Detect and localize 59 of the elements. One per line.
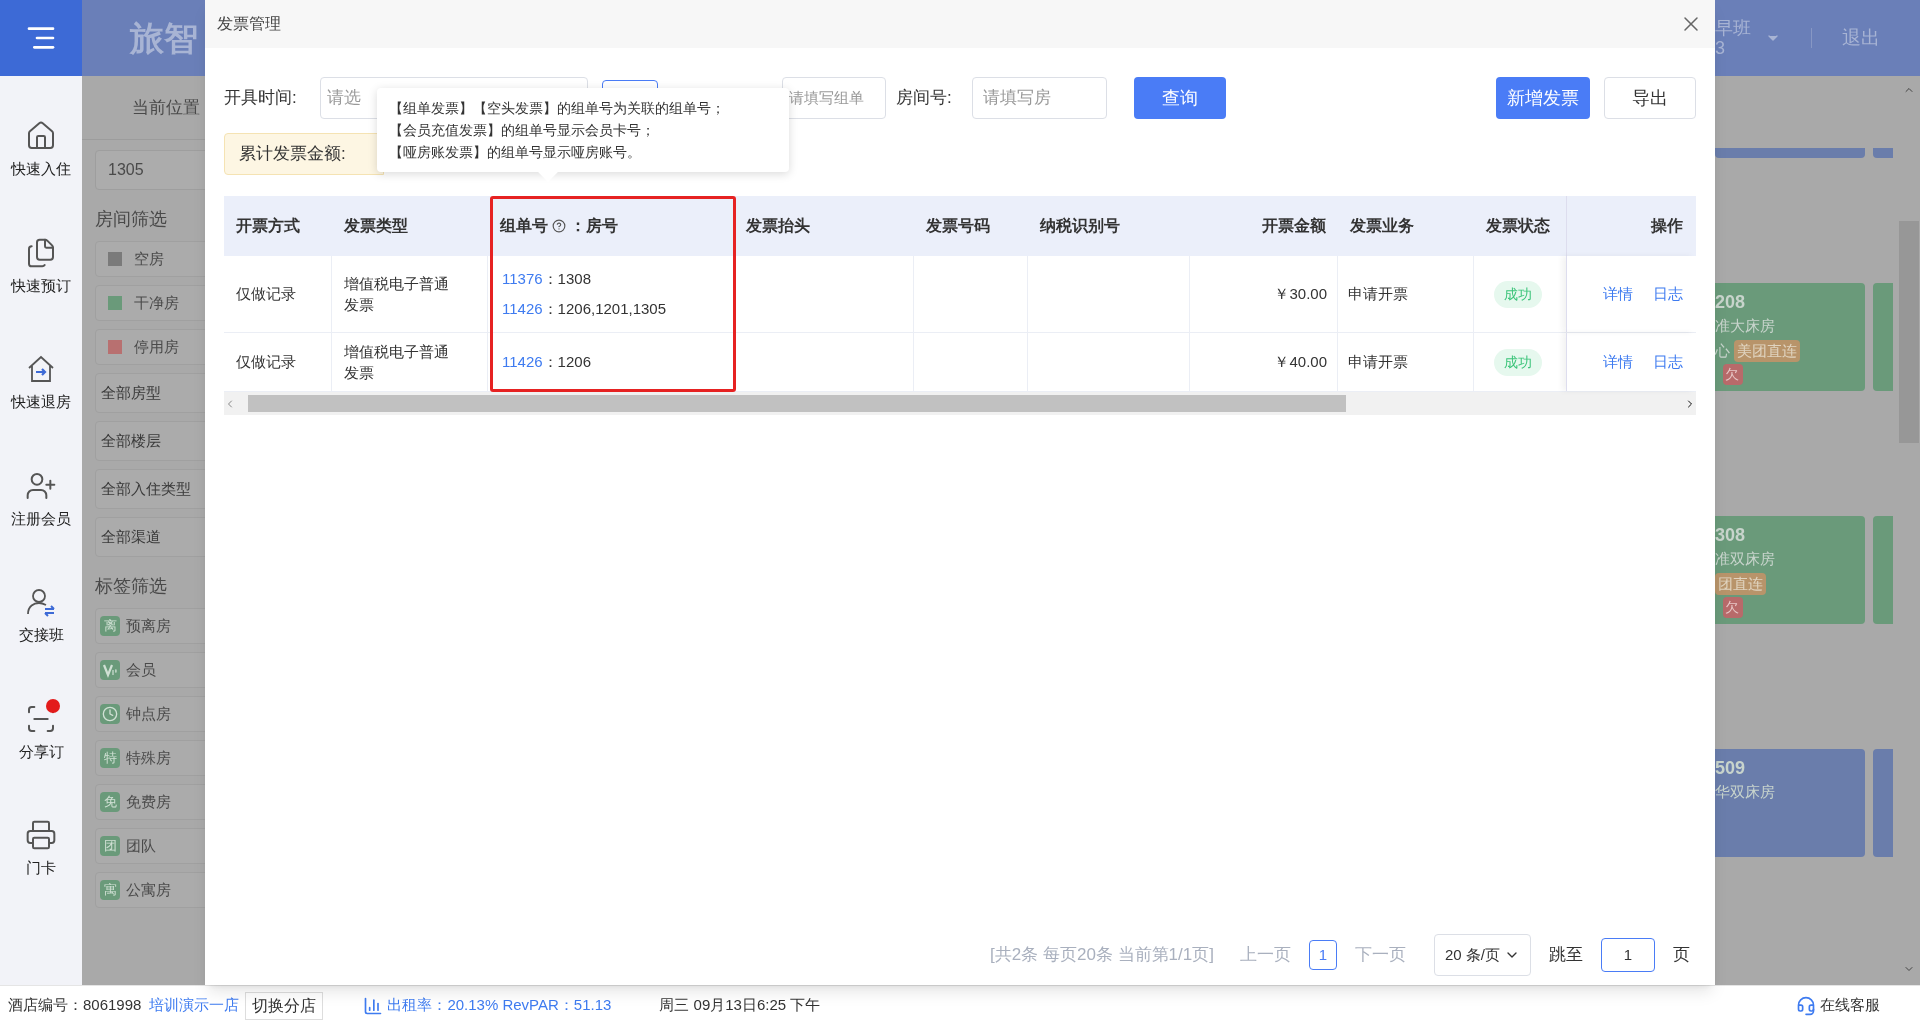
column-header: 开票金额	[1261, 216, 1327, 236]
table-cell: 增值税电子普通发票	[332, 256, 488, 332]
breadcrumb-label: 当前位置	[132, 96, 200, 119]
section-title: 标签筛选	[95, 575, 168, 598]
column-header: 发票类型	[343, 216, 409, 236]
table-cell: ￥40.00	[1190, 333, 1338, 391]
field-label: 开具时间:	[224, 87, 298, 110]
column-header: 开票方式	[235, 216, 301, 236]
table-cell: 仅做记录	[224, 333, 332, 391]
room-type: 华双床房	[1715, 782, 1776, 802]
date-time: 周三 09月13日6:25 下午	[659, 995, 821, 1016]
column-label: ：房号	[570, 216, 618, 236]
owing-tag: 欠	[1723, 364, 1743, 385]
room-numbers: ：1206	[542, 351, 591, 372]
room-number: 308	[1715, 524, 1747, 546]
room-type: 准大床房	[1715, 316, 1776, 336]
channel-tag: 美团直连	[1734, 339, 1800, 362]
status-badge: 成功	[1494, 280, 1542, 308]
table-cell: 申请开票	[1338, 333, 1474, 391]
owing-tag: 欠	[1723, 597, 1743, 618]
tag-mark: 寓	[100, 880, 120, 900]
field-label: 房间号:	[896, 87, 953, 110]
shift-label: 早班	[1715, 18, 1751, 38]
jump-label: 跳至	[1549, 944, 1583, 967]
column-header: 发票抬头	[745, 216, 811, 236]
room-type: 准双床房	[1715, 549, 1776, 569]
section-title: 房间筛选	[95, 208, 168, 231]
tooltip-line: 【会员充值发票】的组单号显示会员卡号；	[389, 121, 656, 140]
pagination-summary: [共2条 每页20条 当前第1/1页]	[990, 944, 1214, 967]
shift-number: 3	[1715, 38, 1726, 58]
tag-mark: 免	[100, 792, 120, 812]
room-numbers: ：1308	[542, 268, 591, 289]
occupancy-stats: 出租率：20.13% RevPAR：51.13	[387, 995, 612, 1016]
room-number: 208	[1715, 291, 1747, 313]
room-note: 心	[1715, 340, 1730, 361]
dialog-title: 发票管理	[217, 14, 281, 34]
column-header: 操作	[1566, 196, 1695, 256]
tag-mark: 团	[100, 836, 120, 856]
channel-tag: 团直连	[1715, 572, 1766, 595]
hotel-id: 酒店编号：8061998	[8, 995, 142, 1016]
table-cell: ￥30.00	[1190, 256, 1338, 332]
column-header: 纳税识别号	[1039, 216, 1121, 236]
table-cell: 申请开票	[1338, 256, 1474, 332]
column-header: 发票状态	[1485, 216, 1551, 236]
tooltip-line: 【哑房账发票】的组单号显示哑房账号。	[389, 143, 642, 162]
tag-mark: 特	[100, 748, 120, 768]
column-header: 发票号码	[925, 216, 991, 236]
tooltip-line: 【组单发票】【空头发票】的组单号为关联的组单号；	[389, 99, 726, 118]
total-label: 累计发票金额:	[239, 143, 346, 166]
table-cell: 仅做记录	[224, 256, 332, 332]
column-header: 发票业务	[1349, 216, 1415, 236]
tag-mark: 离	[100, 616, 120, 636]
room-numbers: ：1206,1201,1305	[542, 299, 667, 319]
table-cell: 增值税电子普通发票	[332, 333, 488, 391]
room-number: 509	[1715, 757, 1747, 779]
column-label: 组单号	[500, 216, 548, 236]
page-unit: 页	[1673, 944, 1690, 967]
logo-text: 旅智	[130, 17, 198, 59]
status-badge: 成功	[1494, 348, 1542, 376]
